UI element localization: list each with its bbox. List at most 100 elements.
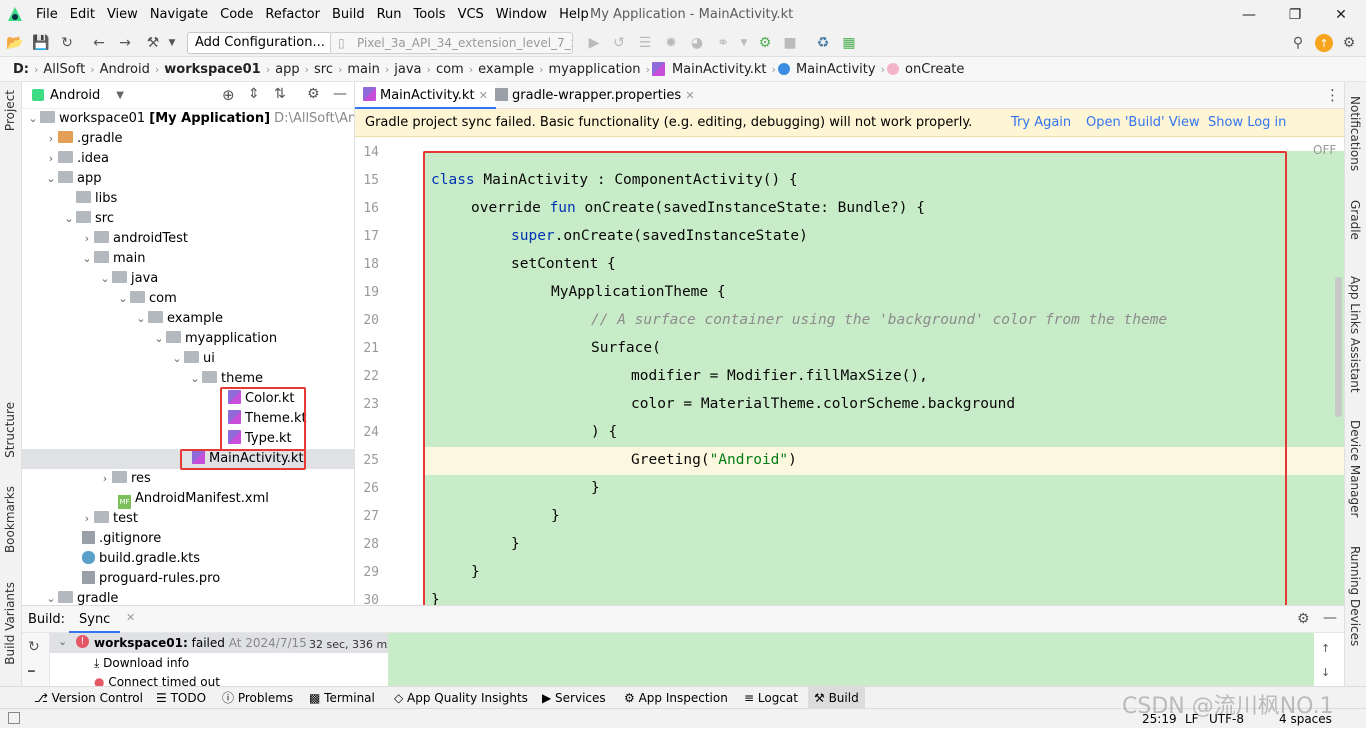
menu-refactor[interactable]: Refactor (259, 0, 326, 29)
breadcrumb-src[interactable]: src (311, 62, 336, 77)
collapse-all-icon[interactable]: ⇅ (274, 86, 286, 102)
breadcrumb-app[interactable]: app (272, 62, 302, 77)
resync-icon[interactable]: ↻ (28, 639, 40, 655)
forward-arrow-icon[interactable]: → (116, 34, 134, 52)
attach-icon[interactable]: ⚭ (714, 34, 732, 52)
tab-services[interactable]: ▶ Services (542, 687, 606, 709)
project-tool-button[interactable]: Project (3, 90, 17, 131)
tab-version-control[interactable]: ⎇ Version Control (34, 687, 143, 709)
hide-build-panel-icon[interactable]: — (1323, 610, 1337, 626)
build-hammer-icon[interactable]: ⚒ (144, 34, 162, 52)
breadcrumb-drive[interactable]: D: (10, 62, 32, 77)
menu-file[interactable]: File (30, 0, 64, 29)
settings-gear-icon[interactable]: ⚙ (1340, 34, 1358, 52)
gradle-tool-button[interactable]: Gradle (1348, 200, 1362, 240)
menu-code[interactable]: Code (214, 0, 259, 29)
file-encoding[interactable]: UTF-8 (1209, 709, 1244, 729)
bookmarks-tool-button[interactable]: Bookmarks (3, 486, 17, 553)
run-icon[interactable]: ▶ (585, 34, 603, 52)
tree-item-test[interactable]: › test (80, 509, 138, 529)
chevron-down-icon[interactable]: ▼ (163, 34, 181, 52)
menu-view[interactable]: View (101, 0, 144, 29)
locate-icon[interactable]: ⊕ (222, 86, 235, 104)
breadcrumb-file[interactable]: MainActivity.kt (669, 62, 770, 77)
build-variants-tool-button[interactable]: Build Variants (3, 582, 17, 665)
debug-icon[interactable]: ✹ (662, 34, 680, 52)
hide-panel-icon[interactable]: — (333, 86, 347, 102)
code-editor[interactable]: 14 15 16 17 18 19 20 21 22 23 24 25 26 2… (355, 137, 1344, 605)
tab-todo[interactable]: ☰ TODO (156, 687, 206, 709)
open-folder-icon[interactable]: 📂 (6, 34, 24, 52)
scroll-up-icon[interactable]: ↑ (1321, 642, 1330, 655)
menu-navigate[interactable]: Navigate (144, 0, 214, 29)
scroll-down-icon[interactable]: ↓ (1321, 666, 1330, 679)
tab-app-quality-insights[interactable]: ◇ App Quality Insights (394, 687, 528, 709)
tab-app-inspection[interactable]: ⚙ App Inspection (624, 687, 728, 709)
device-selector[interactable]: ▯ Pixel_3a_API_34_extension_level_7_x8 (330, 32, 573, 54)
menu-edit[interactable]: Edit (64, 0, 101, 29)
tab-logcat[interactable]: ≡ Logcat (744, 687, 798, 709)
build-settings-gear-icon[interactable]: ⚙ (1297, 611, 1310, 627)
tree-item-mainactivity-kt[interactable]: MainActivity.kt (192, 449, 304, 469)
breadcrumb-example[interactable]: example (475, 62, 537, 77)
tree-item-com[interactable]: ⌄ com (116, 289, 177, 309)
tree-item-proguard[interactable]: proguard-rules.pro (82, 569, 220, 589)
tab-terminal[interactable]: ▩ Terminal (309, 687, 375, 709)
breadcrumb-java[interactable]: java (391, 62, 424, 77)
update-icon[interactable]: ↑ (1315, 34, 1333, 52)
back-arrow-icon[interactable]: ← (90, 34, 108, 52)
tree-item-type-kt[interactable]: Type.kt (228, 429, 292, 449)
breadcrumb-myapplication[interactable]: myapplication (545, 62, 643, 77)
tab-build[interactable]: ⚒ Build (808, 687, 865, 709)
sync-icon[interactable]: ↻ (58, 34, 76, 52)
close-tab-icon[interactable]: ✕ (685, 89, 694, 102)
tree-item-src[interactable]: ⌄ src (62, 209, 114, 229)
download-info-item[interactable]: ⤓ Download info (94, 656, 189, 671)
build-result-line[interactable]: workspace01: failed At 2024/7/15 8: (94, 636, 322, 650)
expand-all-icon[interactable]: ⇕ (248, 86, 260, 102)
more-chevron-icon[interactable]: ▼ (735, 34, 753, 52)
editor-scrollbar[interactable] (1335, 277, 1342, 417)
add-configuration-button[interactable]: Add Configuration... (187, 32, 333, 54)
minimize-icon[interactable]: — (1226, 0, 1272, 29)
profile-icon[interactable]: ◕ (688, 34, 706, 52)
breadcrumb-allsoft[interactable]: AllSoft (40, 62, 88, 77)
tree-item-color-kt[interactable]: Color.kt (228, 389, 295, 409)
breadcrumb-android[interactable]: Android (97, 62, 153, 77)
tree-item-ui[interactable]: ⌄ ui (170, 349, 215, 369)
more-options-icon[interactable]: ⋮ (1325, 86, 1340, 104)
indent-setting[interactable]: 4 spaces (1279, 709, 1332, 729)
tree-item-main[interactable]: ⌄ main (80, 249, 145, 269)
list-icon[interactable]: ☰ (636, 34, 654, 52)
save-icon[interactable]: 💾 (32, 34, 50, 52)
menu-run[interactable]: Run (371, 0, 408, 29)
menu-vcs[interactable]: VCS (452, 0, 490, 29)
try-again-link[interactable]: Try Again (1011, 109, 1071, 137)
tab-sync[interactable]: Sync (69, 606, 121, 633)
breadcrumb-class[interactable]: MainActivity (793, 62, 879, 77)
breadcrumb-workspace[interactable]: workspace01 (161, 62, 263, 77)
inspection-off-label[interactable]: OFF (1313, 143, 1336, 157)
close-icon[interactable]: ✕ (1318, 0, 1364, 29)
cursor-position[interactable]: 25:19 (1142, 709, 1177, 729)
pin-icon[interactable]: ━ (28, 665, 35, 678)
collapse-arrow-icon[interactable]: ⌄ (58, 635, 67, 648)
view-dropdown-icon[interactable]: ▼ (116, 90, 124, 101)
tree-item-theme[interactable]: ⌄ theme (188, 369, 263, 389)
line-separator[interactable]: LF (1185, 709, 1199, 729)
app-links-assistant-tool-button[interactable]: App Links Assistant (1348, 276, 1362, 393)
layout-toggle-icon[interactable] (8, 712, 20, 724)
maximize-icon[interactable]: ❐ (1272, 0, 1318, 29)
notifications-tool-button[interactable]: Notifications (1348, 96, 1362, 171)
breadcrumb-method[interactable]: onCreate (902, 62, 967, 77)
tree-item-manifest[interactable]: MF AndroidManifest.xml (118, 489, 269, 509)
tab-mainactivity[interactable]: MainActivity.kt ✕ (355, 82, 496, 109)
stop-icon[interactable]: ■ (781, 34, 799, 52)
device-manager-tool-button[interactable]: Device Manager (1348, 420, 1362, 517)
running-devices-tool-button[interactable]: Running Devices (1348, 546, 1362, 646)
tree-item-res[interactable]: › res (98, 469, 151, 489)
tree-root[interactable]: ⌄ workspace01 [My Application] D:\AllSoft… (26, 109, 354, 129)
close-tab-icon[interactable]: ✕ (126, 611, 135, 624)
app-inspection-icon[interactable]: ⚙ (756, 34, 774, 52)
menu-help[interactable]: Help (553, 0, 595, 29)
